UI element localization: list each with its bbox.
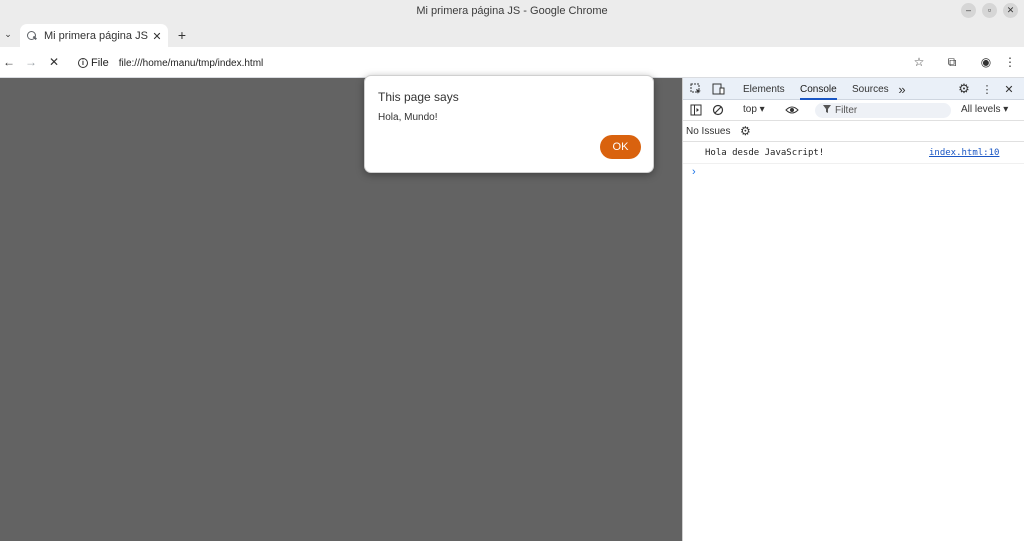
filter-funnel-icon (823, 105, 831, 116)
console-settings-gear-icon[interactable]: ⚙ (740, 124, 751, 138)
issues-label[interactable]: No Issues (686, 126, 730, 137)
devtools-kebab-menu-icon[interactable]: ⋮ (980, 82, 994, 96)
dialog-message: Hola, Mundo! (378, 112, 438, 123)
forward-button[interactable]: → (22, 53, 40, 71)
restore-button[interactable]: ▫ (982, 3, 997, 18)
more-tabs-icon[interactable]: » (895, 82, 909, 97)
console-log-source-link[interactable]: index.html:10 (929, 148, 999, 158)
console-log-message: Hola desde JavaScript! (705, 148, 825, 158)
extensions-icon[interactable]: ⧉ (943, 53, 961, 71)
tab-active[interactable]: Mi primera página JS ✕ (20, 24, 168, 48)
inspect-element-icon[interactable] (689, 82, 703, 96)
loading-globe-icon (26, 30, 38, 42)
log-levels-dropdown[interactable]: All levels ▾ (961, 104, 1008, 115)
address-bar[interactable]: i File file:///home/manu/tmp/index.html (72, 52, 902, 74)
filter-placeholder: Filter (835, 105, 858, 116)
dialog-title: This page says (378, 90, 459, 104)
window-titlebar: Mi primera página JS - Google Chrome – ▫… (0, 0, 1024, 22)
sidebar-toggle-icon[interactable] (689, 103, 703, 117)
console-prompt[interactable]: › (692, 166, 696, 178)
close-window-button[interactable]: ✕ (1003, 3, 1018, 18)
context-selector[interactable]: top ▾ (743, 104, 765, 115)
profile-icon[interactable]: ◉ (977, 53, 995, 71)
new-tab-button[interactable]: + (174, 27, 190, 43)
live-expression-eye-icon[interactable] (785, 103, 799, 117)
bookmark-star-icon[interactable]: ☆ (910, 53, 928, 71)
devtools-settings-gear-icon[interactable]: ⚙ (957, 81, 971, 96)
ok-button[interactable]: OK (600, 135, 641, 159)
tab-elements[interactable]: Elements (743, 78, 785, 100)
tab-close-icon[interactable]: ✕ (150, 30, 164, 43)
console-toolbar: top ▾ Filter All levels ▾ (683, 100, 1024, 121)
clear-console-icon[interactable] (711, 103, 725, 117)
back-button[interactable]: ← (0, 53, 18, 71)
devtools-close-icon[interactable]: ✕ (1002, 82, 1016, 96)
issues-bar: No Issues ⚙ (683, 121, 1024, 142)
alert-dialog: This page says Hola, Mundo! OK (364, 75, 654, 173)
info-icon[interactable]: i (78, 58, 88, 68)
tab-search-button[interactable]: ⌄ (2, 27, 14, 41)
tab-strip: ⌄ Mi primera página JS ✕ + (0, 22, 1024, 48)
scheme-label: File (91, 57, 109, 69)
chrome-menu-icon[interactable]: ⋮ (1001, 53, 1019, 71)
console-log-row: Hola desde JavaScript! index.html:10 (683, 142, 1024, 164)
window-title: Mi primera página JS - Google Chrome (416, 5, 608, 17)
devtools-panel: Elements Console Sources » ⚙ ⋮ ✕ top ▾ F… (682, 78, 1024, 541)
stop-loading-button[interactable]: ✕ (45, 53, 63, 71)
tab-console[interactable]: Console (800, 78, 837, 100)
minimize-button[interactable]: – (961, 3, 976, 18)
browser-toolbar: ← → ✕ i File file:///home/manu/tmp/index… (0, 47, 1024, 78)
tab-sources[interactable]: Sources (852, 78, 889, 100)
devtools-tabbar: Elements Console Sources » ⚙ ⋮ ✕ (683, 78, 1024, 100)
tab-title: Mi primera página JS (44, 30, 148, 42)
device-toolbar-icon[interactable] (711, 82, 725, 96)
filter-input[interactable]: Filter (815, 103, 951, 118)
url-text[interactable]: file:///home/manu/tmp/index.html (119, 58, 264, 69)
window-controls: – ▫ ✕ (961, 3, 1018, 18)
